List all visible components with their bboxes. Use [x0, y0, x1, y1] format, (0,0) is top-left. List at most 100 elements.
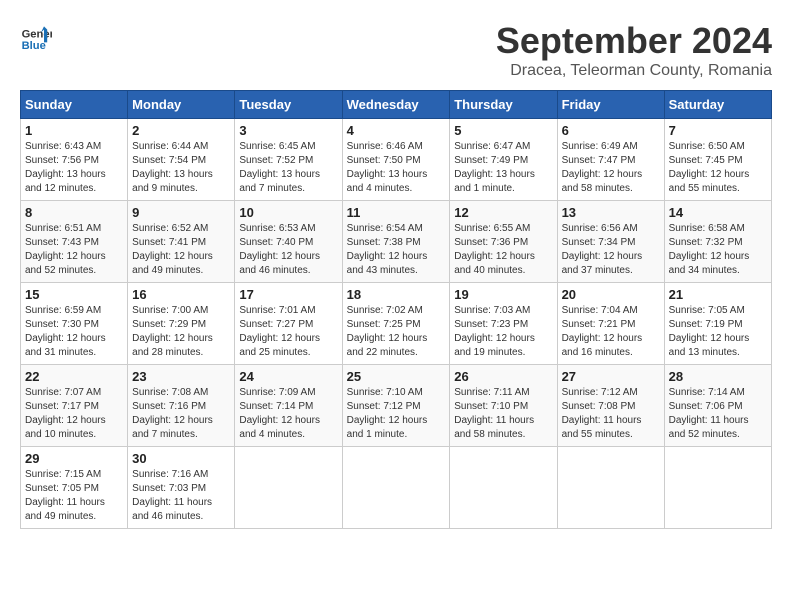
day-number: 15	[25, 287, 123, 302]
calendar-cell: 20 Sunrise: 7:04 AMSunset: 7:21 PMDayligh…	[557, 283, 664, 365]
calendar-cell: 23Sunrise: 7:08 AMSunset: 7:16 PMDayligh…	[128, 365, 235, 447]
calendar-cell: 18 Sunrise: 7:02 AMSunset: 7:25 PMDayligh…	[342, 283, 450, 365]
calendar-cell: 5 Sunrise: 6:47 AMSunset: 7:49 PMDaylight…	[450, 119, 557, 201]
title-section: September 2024 Dracea, Teleorman County,…	[496, 20, 772, 80]
day-info: Sunrise: 6:46 AMSunset: 7:50 PMDaylight:…	[347, 140, 446, 196]
logo: General Blue	[20, 20, 52, 52]
day-number: 17	[239, 287, 337, 302]
day-number: 10	[239, 205, 337, 220]
day-info: Sunrise: 6:54 AMSunset: 7:38 PMDaylight:…	[347, 222, 446, 278]
day-info: Sunrise: 7:05 AMSunset: 7:19 PMDaylight:…	[669, 304, 767, 360]
calendar-cell: 28Sunrise: 7:14 AMSunset: 7:06 PMDayligh…	[664, 365, 771, 447]
calendar-cell: 29 Sunrise: 7:15 AMSunset: 7:05 PMDayligh…	[21, 447, 128, 529]
day-info: Sunrise: 7:04 AMSunset: 7:21 PMDaylight:…	[562, 304, 660, 360]
day-number: 13	[562, 205, 660, 220]
calendar-cell: 24 Sunrise: 7:09 AMSunset: 7:14 PMDayligh…	[235, 365, 342, 447]
header-tuesday: Tuesday	[235, 91, 342, 119]
day-info: Sunrise: 6:55 AMSunset: 7:36 PMDaylight:…	[454, 222, 552, 278]
calendar-cell: 16Sunrise: 7:00 AMSunset: 7:29 PMDayligh…	[128, 283, 235, 365]
calendar-title: September 2024	[496, 20, 772, 62]
week-row-1: 1 Sunrise: 6:43 AMSunset: 7:56 PMDaylight…	[21, 119, 772, 201]
day-number: 1	[25, 123, 123, 138]
calendar-cell	[664, 447, 771, 529]
day-number: 6	[562, 123, 660, 138]
calendar-cell: 11 Sunrise: 6:54 AMSunset: 7:38 PMDayligh…	[342, 201, 450, 283]
weekday-header-row: Sunday Monday Tuesday Wednesday Thursday…	[21, 91, 772, 119]
calendar-table: Sunday Monday Tuesday Wednesday Thursday…	[20, 90, 772, 529]
calendar-cell: 12Sunrise: 6:55 AMSunset: 7:36 PMDayligh…	[450, 201, 557, 283]
header-saturday: Saturday	[664, 91, 771, 119]
day-info: Sunrise: 6:53 AMSunset: 7:40 PMDaylight:…	[239, 222, 337, 278]
calendar-cell: 13 Sunrise: 6:56 AMSunset: 7:34 PMDayligh…	[557, 201, 664, 283]
day-info: Sunrise: 6:44 AMSunset: 7:54 PMDaylight:…	[132, 140, 230, 196]
calendar-cell: 26 Sunrise: 7:11 AMSunset: 7:10 PMDayligh…	[450, 365, 557, 447]
page-header: General Blue September 2024 Dracea, Tele…	[20, 20, 772, 80]
calendar-cell: 25 Sunrise: 7:10 AMSunset: 7:12 PMDayligh…	[342, 365, 450, 447]
calendar-cell: 8 Sunrise: 6:51 AMSunset: 7:43 PMDaylight…	[21, 201, 128, 283]
header-wednesday: Wednesday	[342, 91, 450, 119]
day-info: Sunrise: 6:56 AMSunset: 7:34 PMDaylight:…	[562, 222, 660, 278]
day-info: Sunrise: 7:01 AMSunset: 7:27 PMDaylight:…	[239, 304, 337, 360]
day-info: Sunrise: 7:15 AMSunset: 7:05 PMDaylight:…	[25, 468, 123, 524]
day-number: 21	[669, 287, 767, 302]
day-info: Sunrise: 6:45 AMSunset: 7:52 PMDaylight:…	[239, 140, 337, 196]
svg-text:Blue: Blue	[22, 40, 46, 52]
day-number: 18	[347, 287, 446, 302]
day-number: 11	[347, 205, 446, 220]
day-number: 27	[562, 369, 660, 384]
calendar-cell: 2 Sunrise: 6:44 AMSunset: 7:54 PMDaylight…	[128, 119, 235, 201]
day-info: Sunrise: 7:02 AMSunset: 7:25 PMDaylight:…	[347, 304, 446, 360]
calendar-cell: 1 Sunrise: 6:43 AMSunset: 7:56 PMDaylight…	[21, 119, 128, 201]
calendar-cell: 27 Sunrise: 7:12 AMSunset: 7:08 PMDayligh…	[557, 365, 664, 447]
day-number: 29	[25, 451, 123, 466]
day-info: Sunrise: 6:51 AMSunset: 7:43 PMDaylight:…	[25, 222, 123, 278]
calendar-cell: 3Sunrise: 6:45 AMSunset: 7:52 PMDaylight…	[235, 119, 342, 201]
calendar-cell	[342, 447, 450, 529]
day-number: 2	[132, 123, 230, 138]
day-number: 26	[454, 369, 552, 384]
day-number: 9	[132, 205, 230, 220]
day-number: 24	[239, 369, 337, 384]
calendar-cell: 22Sunrise: 7:07 AMSunset: 7:17 PMDayligh…	[21, 365, 128, 447]
day-number: 22	[25, 369, 123, 384]
day-info: Sunrise: 7:03 AMSunset: 7:23 PMDaylight:…	[454, 304, 552, 360]
day-info: Sunrise: 7:16 AMSunset: 7:03 PMDaylight:…	[132, 468, 230, 524]
day-info: Sunrise: 6:58 AMSunset: 7:32 PMDaylight:…	[669, 222, 767, 278]
day-info: Sunrise: 6:43 AMSunset: 7:56 PMDaylight:…	[25, 140, 123, 196]
day-info: Sunrise: 7:08 AMSunset: 7:16 PMDaylight:…	[132, 386, 230, 442]
day-info: Sunrise: 7:11 AMSunset: 7:10 PMDaylight:…	[454, 386, 552, 442]
day-number: 7	[669, 123, 767, 138]
header-friday: Friday	[557, 91, 664, 119]
calendar-cell: 17 Sunrise: 7:01 AMSunset: 7:27 PMDayligh…	[235, 283, 342, 365]
day-number: 19	[454, 287, 552, 302]
calendar-cell: 30Sunrise: 7:16 AMSunset: 7:03 PMDayligh…	[128, 447, 235, 529]
day-info: Sunrise: 6:47 AMSunset: 7:49 PMDaylight:…	[454, 140, 552, 196]
day-info: Sunrise: 7:10 AMSunset: 7:12 PMDaylight:…	[347, 386, 446, 442]
day-number: 25	[347, 369, 446, 384]
calendar-subtitle: Dracea, Teleorman County, Romania	[496, 62, 772, 80]
calendar-cell: 10 Sunrise: 6:53 AMSunset: 7:40 PMDayligh…	[235, 201, 342, 283]
logo-icon: General Blue	[20, 20, 52, 52]
day-info: Sunrise: 6:52 AMSunset: 7:41 PMDaylight:…	[132, 222, 230, 278]
day-info: Sunrise: 7:09 AMSunset: 7:14 PMDaylight:…	[239, 386, 337, 442]
calendar-cell: 9 Sunrise: 6:52 AMSunset: 7:41 PMDaylight…	[128, 201, 235, 283]
day-info: Sunrise: 7:14 AMSunset: 7:06 PMDaylight:…	[669, 386, 767, 442]
calendar-cell	[450, 447, 557, 529]
day-number: 20	[562, 287, 660, 302]
day-info: Sunrise: 6:49 AMSunset: 7:47 PMDaylight:…	[562, 140, 660, 196]
svg-text:General: General	[22, 29, 52, 41]
day-number: 5	[454, 123, 552, 138]
calendar-cell: 15Sunrise: 6:59 AMSunset: 7:30 PMDayligh…	[21, 283, 128, 365]
day-number: 14	[669, 205, 767, 220]
calendar-cell: 14 Sunrise: 6:58 AMSunset: 7:32 PMDayligh…	[664, 201, 771, 283]
day-info: Sunrise: 7:12 AMSunset: 7:08 PMDaylight:…	[562, 386, 660, 442]
week-row-5: 29 Sunrise: 7:15 AMSunset: 7:05 PMDayligh…	[21, 447, 772, 529]
calendar-cell	[235, 447, 342, 529]
day-number: 8	[25, 205, 123, 220]
week-row-4: 22Sunrise: 7:07 AMSunset: 7:17 PMDayligh…	[21, 365, 772, 447]
week-row-2: 8 Sunrise: 6:51 AMSunset: 7:43 PMDaylight…	[21, 201, 772, 283]
week-row-3: 15Sunrise: 6:59 AMSunset: 7:30 PMDayligh…	[21, 283, 772, 365]
day-number: 4	[347, 123, 446, 138]
calendar-cell: 6 Sunrise: 6:49 AMSunset: 7:47 PMDaylight…	[557, 119, 664, 201]
day-info: Sunrise: 7:00 AMSunset: 7:29 PMDaylight:…	[132, 304, 230, 360]
